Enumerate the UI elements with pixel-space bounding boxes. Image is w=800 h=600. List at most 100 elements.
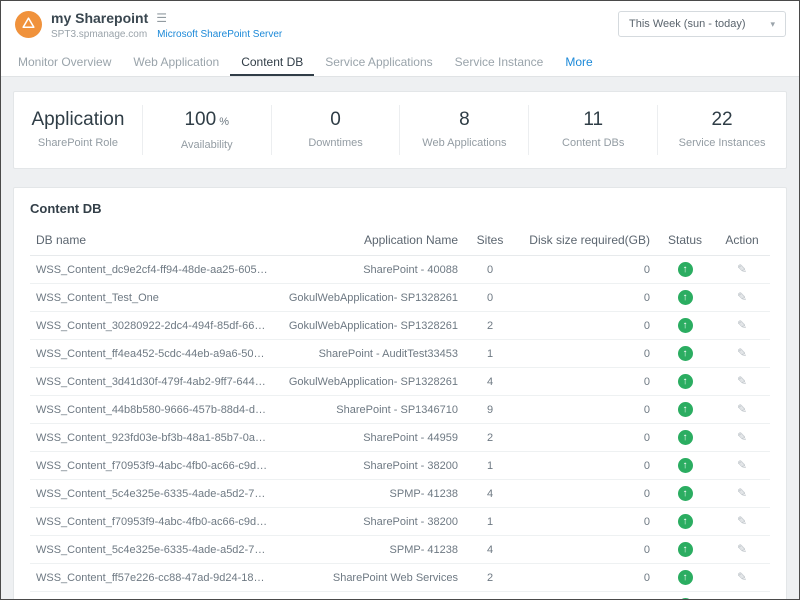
table-row: WSS_Content_5c4e325e-6335-4ade-a5d2-792a… [30,536,770,564]
summary-value: 100 % [147,109,267,133]
server-type-link[interactable]: Microsoft SharePoint Server [157,29,282,40]
status-up-icon: ↑ [678,290,693,305]
tab-monitor-overview[interactable]: Monitor Overview [7,49,122,76]
table-row: WSS_Content_ff4ea452-5cdc-44eb-a9a6-50e1… [30,340,770,368]
edit-icon[interactable]: ✎ [737,346,747,360]
cell-application-name: SharePoint - AuditTest33453 [274,340,464,368]
cell-db-name: WSS_Content_ff4ea452-5cdc-44eb-a9a6-50e1… [30,340,274,368]
content-db-table: DB nameApplication NameSitesDisk size re… [30,225,770,600]
cell-disk-size: 0 [516,592,656,600]
cell-action: ✎ [714,564,770,592]
cell-status: ↑ [656,508,714,536]
status-up-icon: ↑ [678,374,693,389]
cell-sites: 4 [464,480,516,508]
cell-disk-size: 0 [516,312,656,340]
table-row: WSS_Content_GokulSPMP- 4123800↑✎ [30,592,770,600]
table-row: WSS_Content_ff57e226-cc88-47ad-9d24-18d1… [30,564,770,592]
cell-status: ↑ [656,564,714,592]
cell-disk-size: 0 [516,340,656,368]
cell-application-name: SharePoint - 38200 [274,452,464,480]
warning-triangle-icon [21,15,36,35]
tab-web-application[interactable]: Web Application [122,49,230,76]
cell-sites: 0 [464,284,516,312]
cell-disk-size: 0 [516,396,656,424]
cell-status: ↑ [656,536,714,564]
edit-icon[interactable]: ✎ [737,430,747,444]
monitor-host: SPT3.spmanage.com [51,29,147,40]
cell-application-name: SharePoint - 38200 [274,508,464,536]
status-up-icon: ↑ [678,402,693,417]
tab-more[interactable]: More [554,49,603,76]
cell-sites: 2 [464,312,516,340]
table-row: WSS_Content_5c4e325e-6335-4ade-a5d2-792a… [30,480,770,508]
tab-service-instance[interactable]: Service Instance [444,49,555,76]
status-up-icon: ↑ [678,262,693,277]
cell-action: ✎ [714,284,770,312]
tab-service-applications[interactable]: Service Applications [314,49,443,76]
cell-application-name: SPMP- 41238 [274,536,464,564]
summary-value: 11 [533,109,653,131]
column-header-db-name: DB name [30,225,274,256]
cell-action: ✎ [714,312,770,340]
cell-action: ✎ [714,592,770,600]
status-up-icon: ↑ [678,458,693,473]
cell-application-name: SharePoint Web Services [274,564,464,592]
cell-db-name: WSS_Content_3d41d30f-479f-4ab2-9ff7-6449… [30,368,274,396]
cell-action: ✎ [714,424,770,452]
cell-status: ↑ [656,368,714,396]
cell-sites: 1 [464,340,516,368]
cell-db-name: WSS_Content_Gokul [30,592,274,600]
time-range-select[interactable]: This Week (sun - today) ▾ [618,11,786,37]
status-up-icon: ↑ [678,514,693,529]
cell-status: ↑ [656,480,714,508]
cell-status: ↑ [656,284,714,312]
hamburger-menu-icon[interactable]: ☰ [156,12,167,24]
table-row: WSS_Content_f70953f9-4abc-4fb0-ac66-c9d7… [30,452,770,480]
edit-icon[interactable]: ✎ [737,458,747,472]
summary-value: Application [18,109,138,131]
cell-status: ↑ [656,256,714,284]
summary-value: 0 [276,109,396,131]
summary-label: Service Instances [662,137,782,149]
status-up-icon: ↑ [678,570,693,585]
cell-db-name: WSS_Content_f70953f9-4abc-4fb0-ac66-c9d7… [30,452,274,480]
summary-sharepoint-role: ApplicationSharePoint Role [14,105,143,155]
edit-icon[interactable]: ✎ [737,374,747,388]
status-up-icon: ↑ [678,430,693,445]
cell-action: ✎ [714,508,770,536]
edit-icon[interactable]: ✎ [737,318,747,332]
cell-db-name: WSS_Content_Test_One [30,284,274,312]
summary-card: ApplicationSharePoint Role100 %Availabil… [13,91,787,169]
cell-status: ↑ [656,452,714,480]
content-db-card: Content DB DB nameApplication NameSitesD… [13,187,787,600]
cell-application-name: SharePoint - 44959 [274,424,464,452]
time-range-value: This Week (sun - today) [629,18,746,30]
tab-content-db[interactable]: Content DB [230,49,314,76]
monitor-logo [15,11,42,38]
status-up-icon: ↑ [678,542,693,557]
table-row: WSS_Content_30280922-2dc4-494f-85df-6630… [30,312,770,340]
edit-icon[interactable]: ✎ [737,570,747,584]
table-row: WSS_Content_dc9e2cf4-ff94-48de-aa25-6051… [30,256,770,284]
cell-application-name: SharePoint - SP1346710 [274,396,464,424]
summary-value: 22 [662,109,782,131]
cell-application-name: SPMP- 41238 [274,592,464,600]
edit-icon[interactable]: ✎ [737,290,747,304]
cell-db-name: WSS_Content_dc9e2cf4-ff94-48de-aa25-6051… [30,256,274,284]
cell-status: ↑ [656,424,714,452]
cell-action: ✎ [714,256,770,284]
summary-unit: % [216,116,229,128]
table-row: WSS_Content_3d41d30f-479f-4ab2-9ff7-6449… [30,368,770,396]
cell-disk-size: 0 [516,284,656,312]
edit-icon[interactable]: ✎ [737,262,747,276]
table-header-row: DB nameApplication NameSitesDisk size re… [30,225,770,256]
summary-value: 8 [404,109,524,131]
edit-icon[interactable]: ✎ [737,542,747,556]
cell-db-name: WSS_Content_923fd03e-bf3b-48a1-85b7-0a4d… [30,424,274,452]
edit-icon[interactable]: ✎ [737,402,747,416]
edit-icon[interactable]: ✎ [737,486,747,500]
edit-icon[interactable]: ✎ [737,514,747,528]
table-body: WSS_Content_dc9e2cf4-ff94-48de-aa25-6051… [30,256,770,600]
cell-sites: 2 [464,564,516,592]
table-row: WSS_Content_f70953f9-4abc-4fb0-ac66-c9d7… [30,508,770,536]
